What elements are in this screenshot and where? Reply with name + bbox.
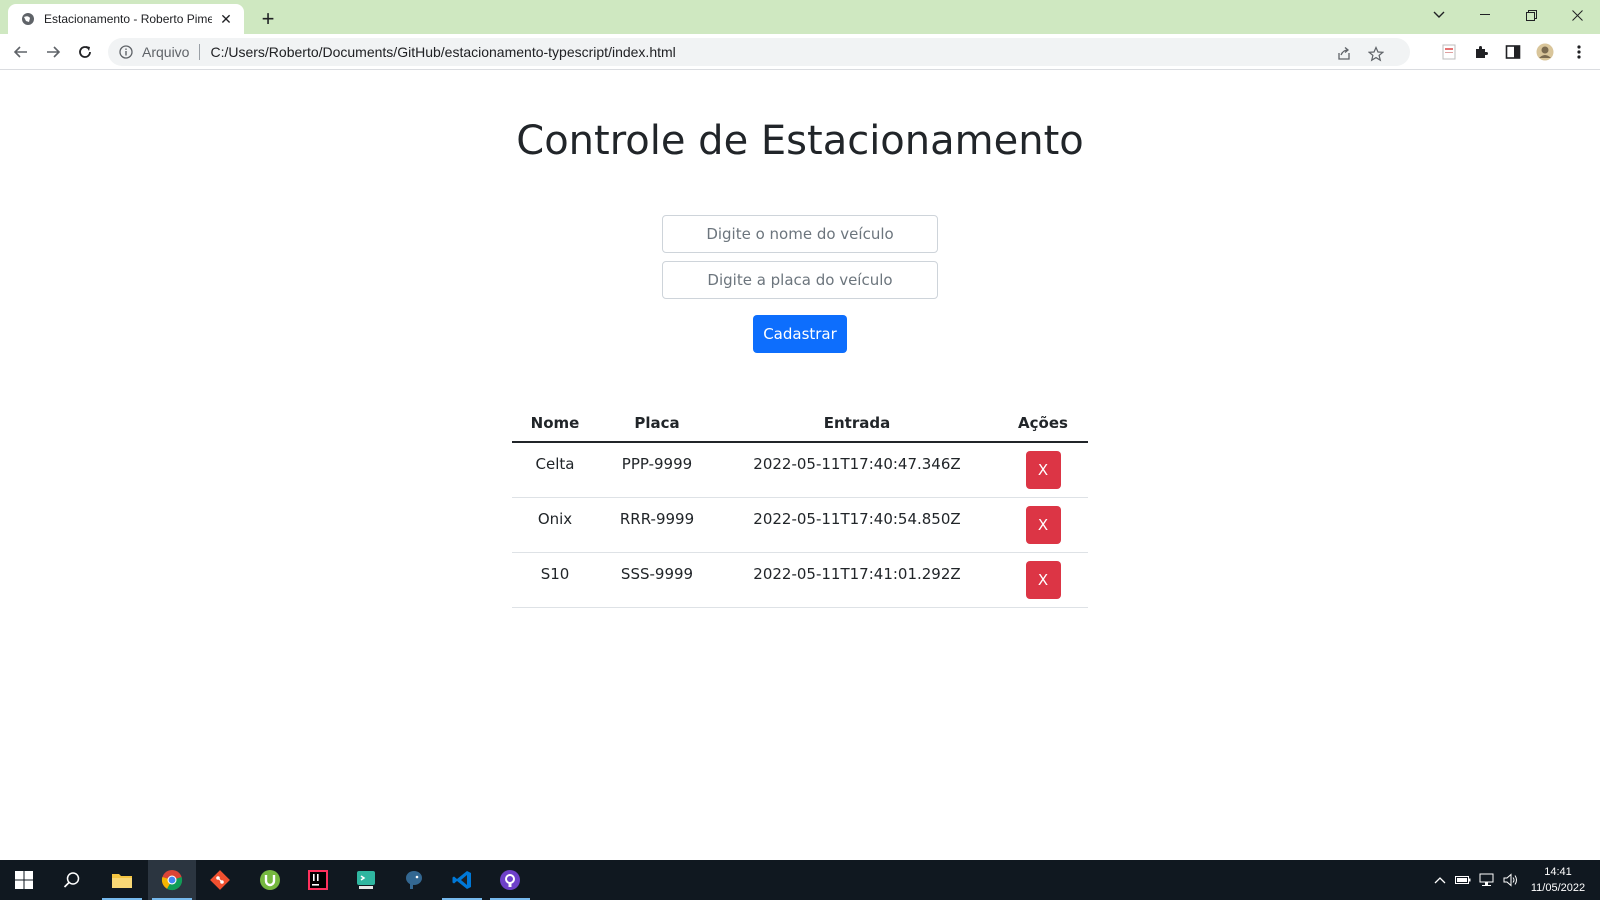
volume-icon[interactable] bbox=[1500, 860, 1522, 900]
site-info-icon[interactable] bbox=[118, 44, 134, 60]
delete-button[interactable]: X bbox=[1025, 505, 1061, 544]
extension-document-icon[interactable] bbox=[1436, 39, 1462, 65]
cell-acoes: X bbox=[998, 442, 1088, 498]
vscode-icon[interactable] bbox=[438, 860, 486, 900]
reload-icon[interactable] bbox=[72, 39, 98, 65]
file-explorer-icon[interactable] bbox=[98, 860, 146, 900]
terminal-icon[interactable] bbox=[342, 860, 390, 900]
cell-entrada: 2022-05-11T17:41:01.292Z bbox=[716, 552, 998, 608]
profile-avatar-icon[interactable] bbox=[1532, 39, 1558, 65]
extensions-puzzle-icon[interactable] bbox=[1468, 39, 1494, 65]
table-row: Onix RRR-9999 2022-05-11T17:40:54.850Z X bbox=[512, 497, 1088, 553]
column-header-entrada: Entrada bbox=[716, 404, 998, 443]
globe-icon bbox=[20, 11, 36, 27]
cell-acoes: X bbox=[998, 552, 1088, 608]
forward-icon[interactable] bbox=[40, 39, 66, 65]
menu-kebab-icon[interactable] bbox=[1566, 39, 1592, 65]
address-separator bbox=[199, 44, 201, 60]
table-row: S10 SSS-9999 2022-05-11T17:41:01.292Z X bbox=[512, 552, 1088, 608]
cell-placa: RRR-9999 bbox=[598, 497, 716, 553]
new-tab-button[interactable]: + bbox=[256, 7, 280, 31]
address-bar[interactable]: Arquivo C:/Users/Roberto/Documents/GitHu… bbox=[108, 38, 1410, 66]
register-button[interactable]: Cadastrar bbox=[753, 315, 847, 353]
cell-nome: S10 bbox=[512, 552, 598, 608]
restore-button[interactable] bbox=[1508, 0, 1554, 30]
back-icon[interactable] bbox=[8, 39, 34, 65]
close-window-button[interactable] bbox=[1554, 0, 1600, 30]
cell-entrada: 2022-05-11T17:40:54.850Z bbox=[716, 497, 998, 553]
address-url[interactable]: C:/Users/Roberto/Documents/GitHub/estaci… bbox=[210, 44, 675, 60]
cell-entrada: 2022-05-11T17:40:47.346Z bbox=[716, 442, 998, 498]
battery-icon[interactable] bbox=[1452, 860, 1474, 900]
windows-taskbar: 14:41 11/05/2022 bbox=[0, 860, 1600, 900]
minimize-button[interactable] bbox=[1462, 0, 1508, 30]
page-title: Controle de Estacionamento bbox=[516, 118, 1084, 164]
github-desktop-icon[interactable] bbox=[486, 860, 534, 900]
clock-date: 11/05/2022 bbox=[1530, 882, 1586, 894]
postgres-icon[interactable] bbox=[390, 860, 438, 900]
taskbar-clock[interactable]: 14:41 11/05/2022 bbox=[1522, 864, 1594, 896]
chrome-icon[interactable] bbox=[148, 860, 196, 900]
vehicle-plate-input[interactable] bbox=[662, 261, 938, 299]
git-icon[interactable] bbox=[196, 860, 244, 900]
search-icon[interactable] bbox=[48, 860, 96, 900]
start-icon[interactable] bbox=[0, 860, 48, 900]
utorrent-icon[interactable] bbox=[246, 860, 294, 900]
tab-search-icon[interactable] bbox=[1416, 0, 1462, 30]
cell-acoes: X bbox=[998, 497, 1088, 553]
vehicle-name-input[interactable] bbox=[662, 215, 938, 253]
column-header-placa: Placa bbox=[598, 404, 716, 443]
cell-placa: PPP-9999 bbox=[598, 442, 716, 498]
table-row: Celta PPP-9999 2022-05-11T17:40:47.346Z … bbox=[512, 442, 1088, 498]
clock-time: 14:41 bbox=[1544, 866, 1572, 878]
browser-tabstrip: Estacionamento - Roberto Pimentel ✕ + bbox=[0, 0, 1600, 34]
vehicles-table: Nome Placa Entrada Ações Celta PPP-9999 … bbox=[512, 404, 1088, 608]
cell-nome: Onix bbox=[512, 497, 598, 553]
tab-title: Estacionamento - Roberto Pimentel bbox=[44, 12, 212, 26]
side-panel-icon[interactable] bbox=[1500, 39, 1526, 65]
column-header-acoes: Ações bbox=[998, 404, 1088, 443]
browser-tab[interactable]: Estacionamento - Roberto Pimentel ✕ bbox=[8, 4, 244, 34]
cell-nome: Celta bbox=[512, 442, 598, 498]
address-scheme-label: Arquivo bbox=[142, 44, 190, 60]
show-hidden-icons-icon[interactable] bbox=[1430, 860, 1450, 900]
cell-placa: SSS-9999 bbox=[598, 552, 716, 608]
close-tab-icon[interactable]: ✕ bbox=[218, 11, 234, 27]
column-header-nome: Nome bbox=[512, 404, 598, 443]
delete-button[interactable]: X bbox=[1025, 560, 1061, 599]
table-header-row: Nome Placa Entrada Ações bbox=[512, 404, 1088, 443]
intellij-icon[interactable] bbox=[294, 860, 342, 900]
delete-button[interactable]: X bbox=[1025, 450, 1061, 489]
browser-toolbar: Arquivo C:/Users/Roberto/Documents/GitHu… bbox=[0, 34, 1600, 70]
network-icon[interactable] bbox=[1476, 860, 1498, 900]
share-icon[interactable] bbox=[1334, 44, 1354, 64]
bookmark-star-icon[interactable] bbox=[1366, 44, 1386, 64]
